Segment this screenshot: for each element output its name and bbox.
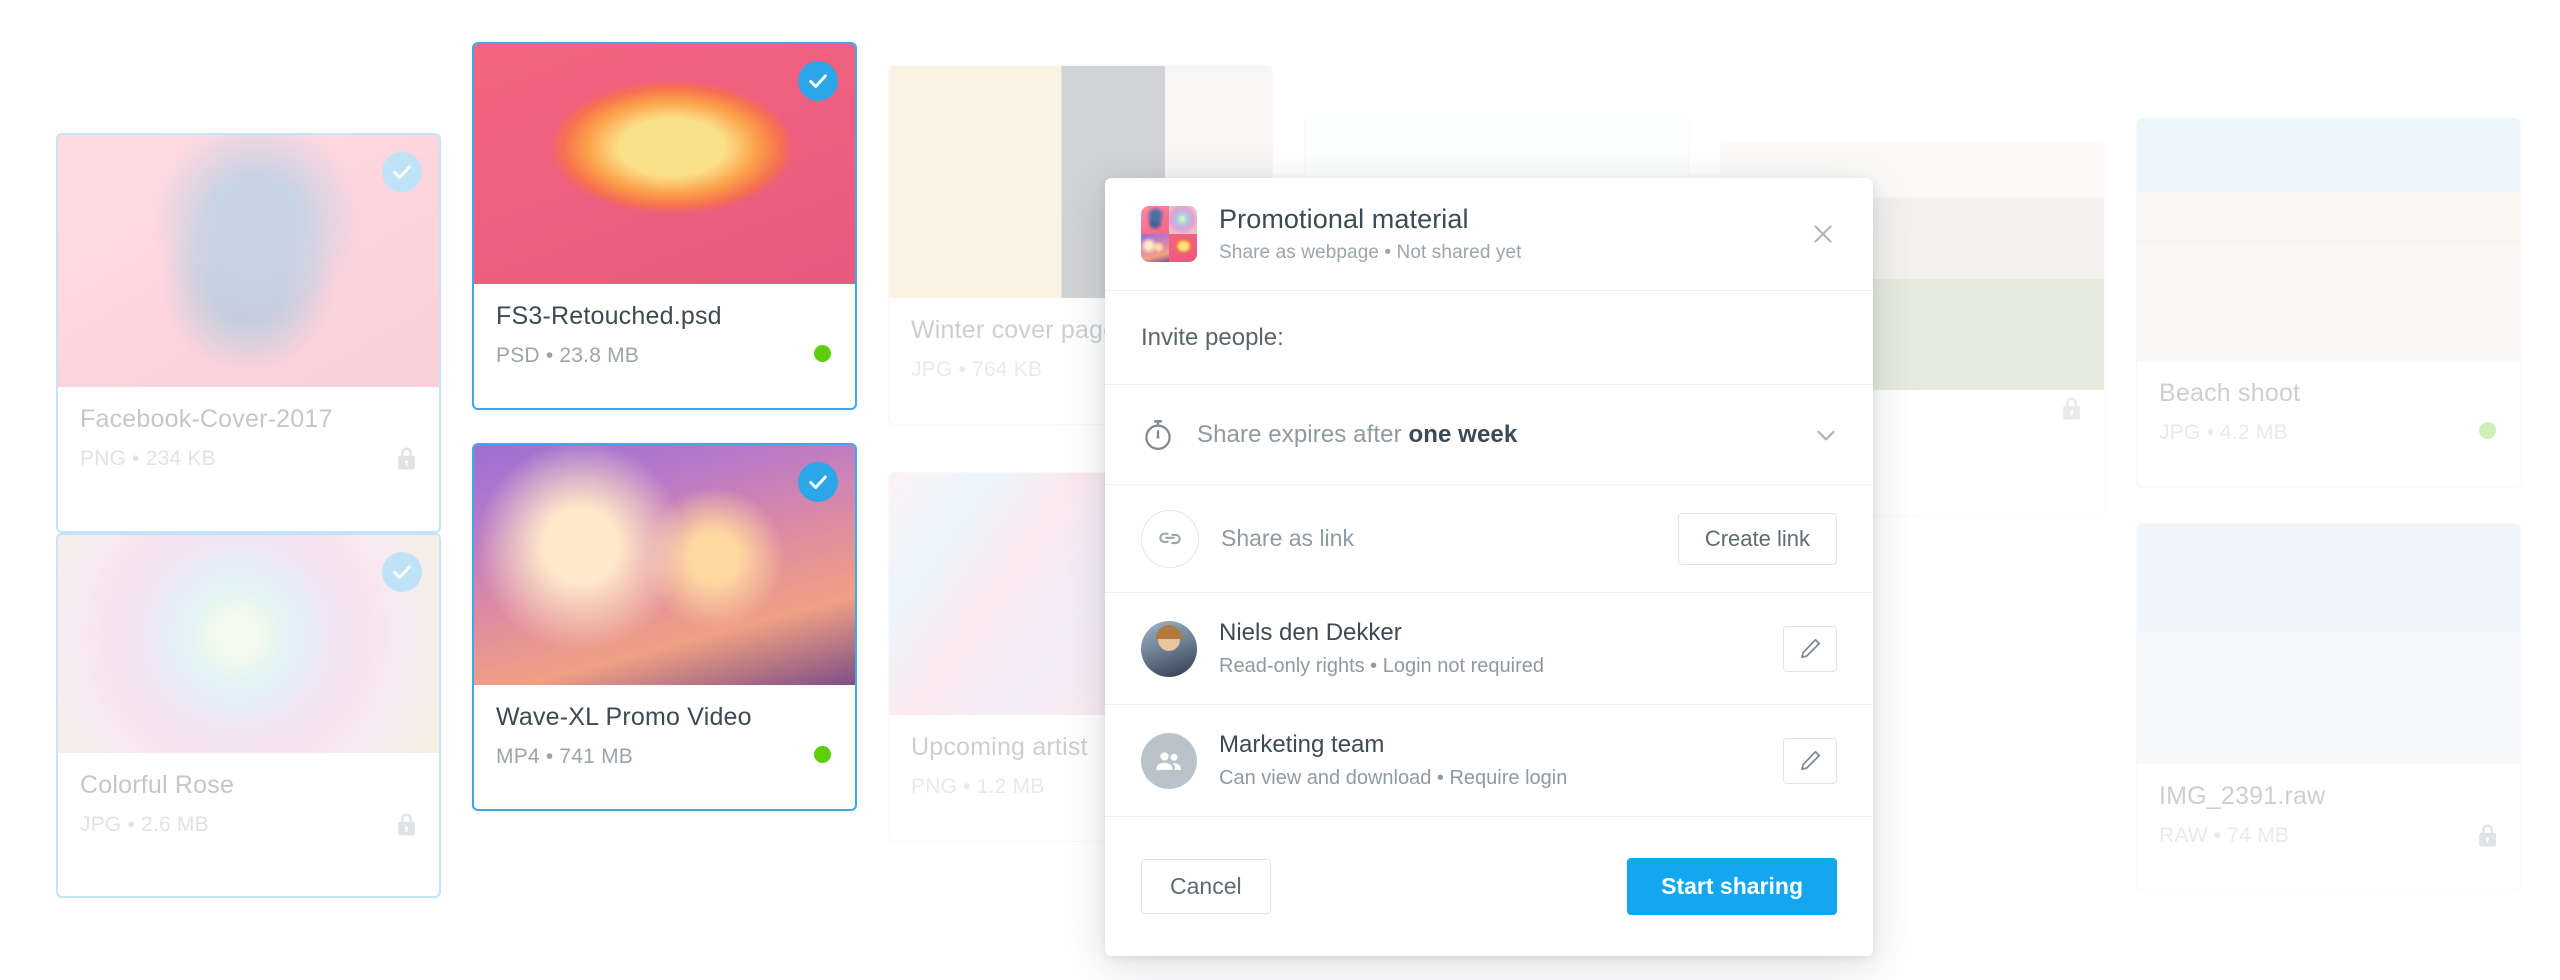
file-format-size: RAW • 74 MB — [2159, 824, 2290, 847]
lock-icon — [396, 445, 417, 471]
share-dialog: Promotional material Share as webpage • … — [1105, 178, 1873, 956]
thumb-tile-4 — [1169, 234, 1197, 262]
file-thumbnail — [2137, 119, 2520, 361]
start-sharing-button[interactable]: Start sharing — [1627, 858, 1837, 915]
status-badge-online — [814, 345, 831, 362]
group-icon — [1156, 751, 1181, 770]
close-icon[interactable] — [1803, 214, 1843, 254]
expiry-prefix: Share expires after — [1197, 420, 1409, 448]
check-icon[interactable] — [382, 552, 422, 592]
file-format-size: JPG • 4.2 MB — [2159, 421, 2288, 444]
person-name: Niels den Dekker — [1219, 619, 1402, 646]
invite-people-label: Invite people: — [1141, 323, 1284, 351]
dialog-title: Promotional material — [1219, 204, 1469, 234]
thumb-tile-2 — [1169, 206, 1197, 234]
file-format-size: PNG • 234 KB — [80, 447, 216, 470]
share-as-link-left: Share as link — [1141, 509, 1354, 568]
file-meta: Colorful Rose JPG • 2.6 MB — [58, 753, 439, 857]
pencil-icon — [1800, 750, 1820, 771]
file-format-size: JPG • 2.6 MB — [80, 813, 209, 836]
dialog-footer: Cancel Start sharing — [1105, 817, 1873, 956]
timer-icon — [1141, 418, 1175, 452]
selection-thumbnail — [1141, 206, 1197, 262]
avatar-hair — [1156, 624, 1182, 639]
file-name: Facebook-Cover-2017 — [80, 405, 333, 433]
status-badge-online — [814, 746, 831, 763]
file-thumbnail — [474, 44, 855, 284]
thumb-tile-3 — [1141, 234, 1169, 262]
file-name: IMG_2391.raw — [2159, 782, 2326, 810]
file-format-size: MP4 • 741 MB — [496, 745, 633, 768]
person-name: Marketing team — [1219, 731, 1385, 758]
file-browser-canvas: Facebook-Cover-2017 PNG • 234 KB Colorfu… — [0, 0, 2560, 980]
file-card-wave-xl-promo-video[interactable]: Wave-XL Promo Video MP4 • 741 MB — [472, 443, 857, 811]
file-thumbnail — [2137, 524, 2520, 764]
dialog-header: Promotional material Share as webpage • … — [1105, 178, 1873, 291]
edit-permissions-button[interactable] — [1783, 625, 1837, 672]
person-text: Niels den Dekker Read-only rights • Logi… — [1219, 619, 1544, 678]
file-meta: Wave-XL Promo Video MP4 • 741 MB — [474, 685, 855, 789]
file-meta: FS3-Retouched.psd PSD • 23.8 MB — [474, 284, 855, 388]
create-link-button[interactable]: Create link — [1677, 512, 1837, 565]
file-name: Beach shoot — [2159, 379, 2301, 407]
status-badge-online — [2479, 422, 2496, 439]
chevron-down-icon[interactable] — [1813, 422, 1839, 448]
check-icon[interactable] — [798, 462, 838, 502]
share-expiry-row[interactable]: Share expires after one week — [1105, 385, 1873, 485]
dialog-subtitle: Share as webpage • Not shared yet — [1219, 242, 1522, 263]
file-meta: IMG_2391.raw RAW • 74 MB — [2137, 764, 2520, 868]
file-thumbnail — [474, 445, 855, 685]
file-card-facebook-cover-2017[interactable]: Facebook-Cover-2017 PNG • 234 KB — [56, 133, 441, 533]
check-icon[interactable] — [382, 152, 422, 192]
check-icon[interactable] — [798, 61, 838, 101]
file-thumbnail — [58, 535, 439, 753]
person-text: Marketing team Can view and download • R… — [1219, 731, 1567, 790]
lock-icon — [2477, 822, 2498, 848]
link-icon — [1141, 509, 1199, 568]
share-as-link-label: Share as link — [1221, 525, 1354, 551]
invite-people-row[interactable]: Invite people: — [1105, 291, 1873, 385]
lock-icon — [396, 811, 417, 837]
shared-person-row-marketing-team[interactable]: Marketing team Can view and download • R… — [1105, 705, 1873, 817]
person-rights: Read-only rights • Login not required — [1219, 655, 1544, 677]
file-format-size: PSD • 23.8 MB — [496, 344, 640, 367]
file-meta: Facebook-Cover-2017 PNG • 234 KB — [58, 387, 439, 491]
avatar — [1141, 732, 1197, 789]
file-card-beach-shoot[interactable]: Beach shoot JPG • 4.2 MB — [2136, 118, 2521, 488]
file-card-img-2391-raw[interactable]: IMG_2391.raw RAW • 74 MB — [2136, 523, 2521, 891]
file-name: Colorful Rose — [80, 771, 235, 799]
shared-person-row-niels[interactable]: Niels den Dekker Read-only rights • Logi… — [1105, 593, 1873, 705]
person-rights: Can view and download • Require login — [1219, 767, 1568, 789]
share-expiry-text: Share expires after one week — [1197, 421, 1517, 449]
share-as-link-row[interactable]: Share as link Create link — [1105, 485, 1873, 593]
thumb-tile-1 — [1141, 206, 1169, 234]
file-thumbnail — [58, 135, 439, 387]
avatar — [1141, 620, 1197, 677]
dialog-heading-block: Promotional material Share as webpage • … — [1219, 204, 1522, 264]
expiry-value: one week — [1408, 420, 1518, 448]
person-left: Niels den Dekker Read-only rights • Logi… — [1141, 619, 1544, 678]
file-name: Wave-XL Promo Video — [496, 703, 752, 731]
file-meta: Beach shoot JPG • 4.2 MB — [2137, 361, 2520, 465]
edit-permissions-button[interactable] — [1783, 737, 1837, 784]
person-left: Marketing team Can view and download • R… — [1141, 731, 1567, 790]
file-card-fs3-retouched-psd[interactable]: FS3-Retouched.psd PSD • 23.8 MB — [472, 42, 857, 410]
file-card-colorful-rose[interactable]: Colorful Rose JPG • 2.6 MB — [56, 533, 441, 898]
file-name: FS3-Retouched.psd — [496, 302, 722, 330]
cancel-button[interactable]: Cancel — [1141, 859, 1271, 914]
pencil-icon — [1800, 638, 1820, 659]
lock-icon — [2061, 395, 2082, 421]
